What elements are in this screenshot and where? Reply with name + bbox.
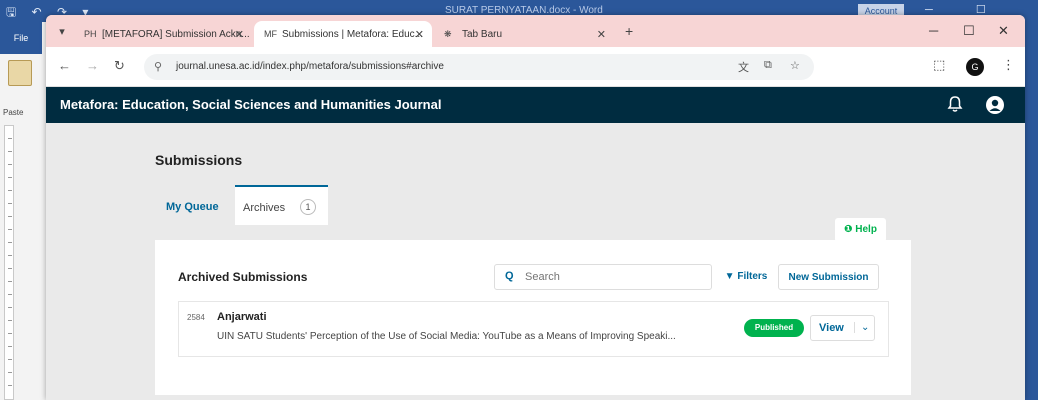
extensions-puzzle-icon[interactable]: ⬚: [933, 57, 945, 73]
address-bar: ← → ↻ ⚲ journal.unesa.ac.id/index.php/me…: [46, 47, 1025, 87]
archives-count-badge: 1: [300, 199, 316, 215]
search-icon: Q: [505, 270, 514, 282]
profile-avatar[interactable]: G: [966, 58, 984, 76]
mf-favicon-icon: MF: [264, 29, 277, 39]
page-title: Submissions: [155, 152, 243, 168]
submission-id: 2584: [187, 313, 205, 322]
tab-label: [METAFORA] Submission Ackn...: [102, 29, 250, 40]
maximize-icon[interactable]: ☐: [963, 23, 975, 39]
paste-label: Paste: [3, 108, 24, 117]
translate-icon[interactable]: 文: [738, 59, 749, 75]
submission-row[interactable]: 2584 Anjarwati UIN SATU Students' Percep…: [178, 301, 889, 357]
view-button-label: View: [819, 322, 844, 334]
view-button[interactable]: View ⌄: [810, 315, 875, 341]
journal-title[interactable]: Metafora: Education, Social Sciences and…: [60, 97, 441, 112]
tab-search-icon[interactable]: ▾: [52, 22, 72, 42]
browser-tab-metafora-ack[interactable]: PH [METAFORA] Submission Ackn... ✕: [74, 21, 252, 47]
tab-label: Submissions | Metafora: Educ...: [282, 29, 423, 40]
user-account-icon[interactable]: [985, 95, 1005, 115]
submission-title: UIN SATU Students' Perception of the Use…: [217, 331, 676, 342]
browser-tab-submissions[interactable]: MF Submissions | Metafora: Educ... ✕: [254, 21, 432, 47]
tab-archives-label: Archives: [243, 202, 286, 214]
url-text[interactable]: journal.unesa.ac.id/index.php/metafora/s…: [176, 61, 444, 72]
page-content: Submissions My Queue Archives 1 ❶ Help A…: [46, 123, 1025, 400]
search-box[interactable]: Q: [494, 264, 712, 290]
help-button[interactable]: ❶ Help: [835, 218, 886, 242]
extension-icon[interactable]: ⧉: [764, 59, 772, 72]
new-submission-button[interactable]: New Submission: [778, 264, 879, 290]
filters-button[interactable]: ▼ Filters: [720, 264, 772, 290]
omnibox[interactable]: ⚲ journal.unesa.ac.id/index.php/metafora…: [144, 54, 814, 80]
list-title: Archived Submissions: [178, 270, 308, 284]
back-icon[interactable]: ←: [58, 58, 71, 73]
search-input[interactable]: [525, 269, 705, 285]
close-window-icon[interactable]: ✕: [998, 23, 1009, 39]
new-tab-icon[interactable]: +: [625, 23, 633, 39]
tab-label: Tab Baru: [462, 29, 503, 40]
bookmark-star-icon[interactable]: ☆: [790, 59, 800, 72]
chrome-favicon-icon: ❋: [444, 29, 452, 39]
list-header: Archived Submissions Q ▼ Filters New Sub…: [178, 261, 889, 291]
tab-strip: ▾ PH [METAFORA] Submission Ackn... ✕ MF …: [46, 15, 1025, 47]
browser-menu-icon[interactable]: ⋮: [1002, 57, 1015, 73]
browser-tab-new[interactable]: ❋ Tab Baru ✕: [434, 21, 614, 47]
notification-bell-icon[interactable]: [946, 95, 964, 113]
ph-favicon-icon: PH: [84, 29, 97, 39]
tab-archives[interactable]: Archives 1: [235, 185, 328, 225]
browser-window: ▾ PH [METAFORA] Submission Ackn... ✕ MF …: [46, 15, 1025, 400]
word-file-tab[interactable]: File: [0, 22, 42, 54]
tab-my-queue[interactable]: My Queue: [166, 201, 219, 213]
archived-submissions-panel: Archived Submissions Q ▼ Filters New Sub…: [155, 240, 911, 395]
minimize-icon[interactable]: ─: [929, 23, 938, 38]
forward-icon[interactable]: →: [86, 58, 99, 73]
word-vertical-ruler: [4, 125, 14, 400]
reload-icon[interactable]: ↻: [114, 58, 125, 74]
site-info-icon[interactable]: ⚲: [154, 60, 162, 73]
tab-close-icon[interactable]: ✕: [415, 28, 424, 41]
status-badge: Published: [744, 319, 804, 337]
tab-close-icon[interactable]: ✕: [235, 28, 244, 41]
paste-icon[interactable]: [8, 60, 32, 86]
chevron-down-icon[interactable]: ⌄: [854, 322, 869, 333]
submission-author: Anjarwati: [217, 311, 267, 323]
word-right-edge: [1024, 22, 1038, 400]
app-header: Metafora: Education, Social Sciences and…: [46, 87, 1025, 123]
tab-close-icon[interactable]: ✕: [597, 28, 606, 41]
